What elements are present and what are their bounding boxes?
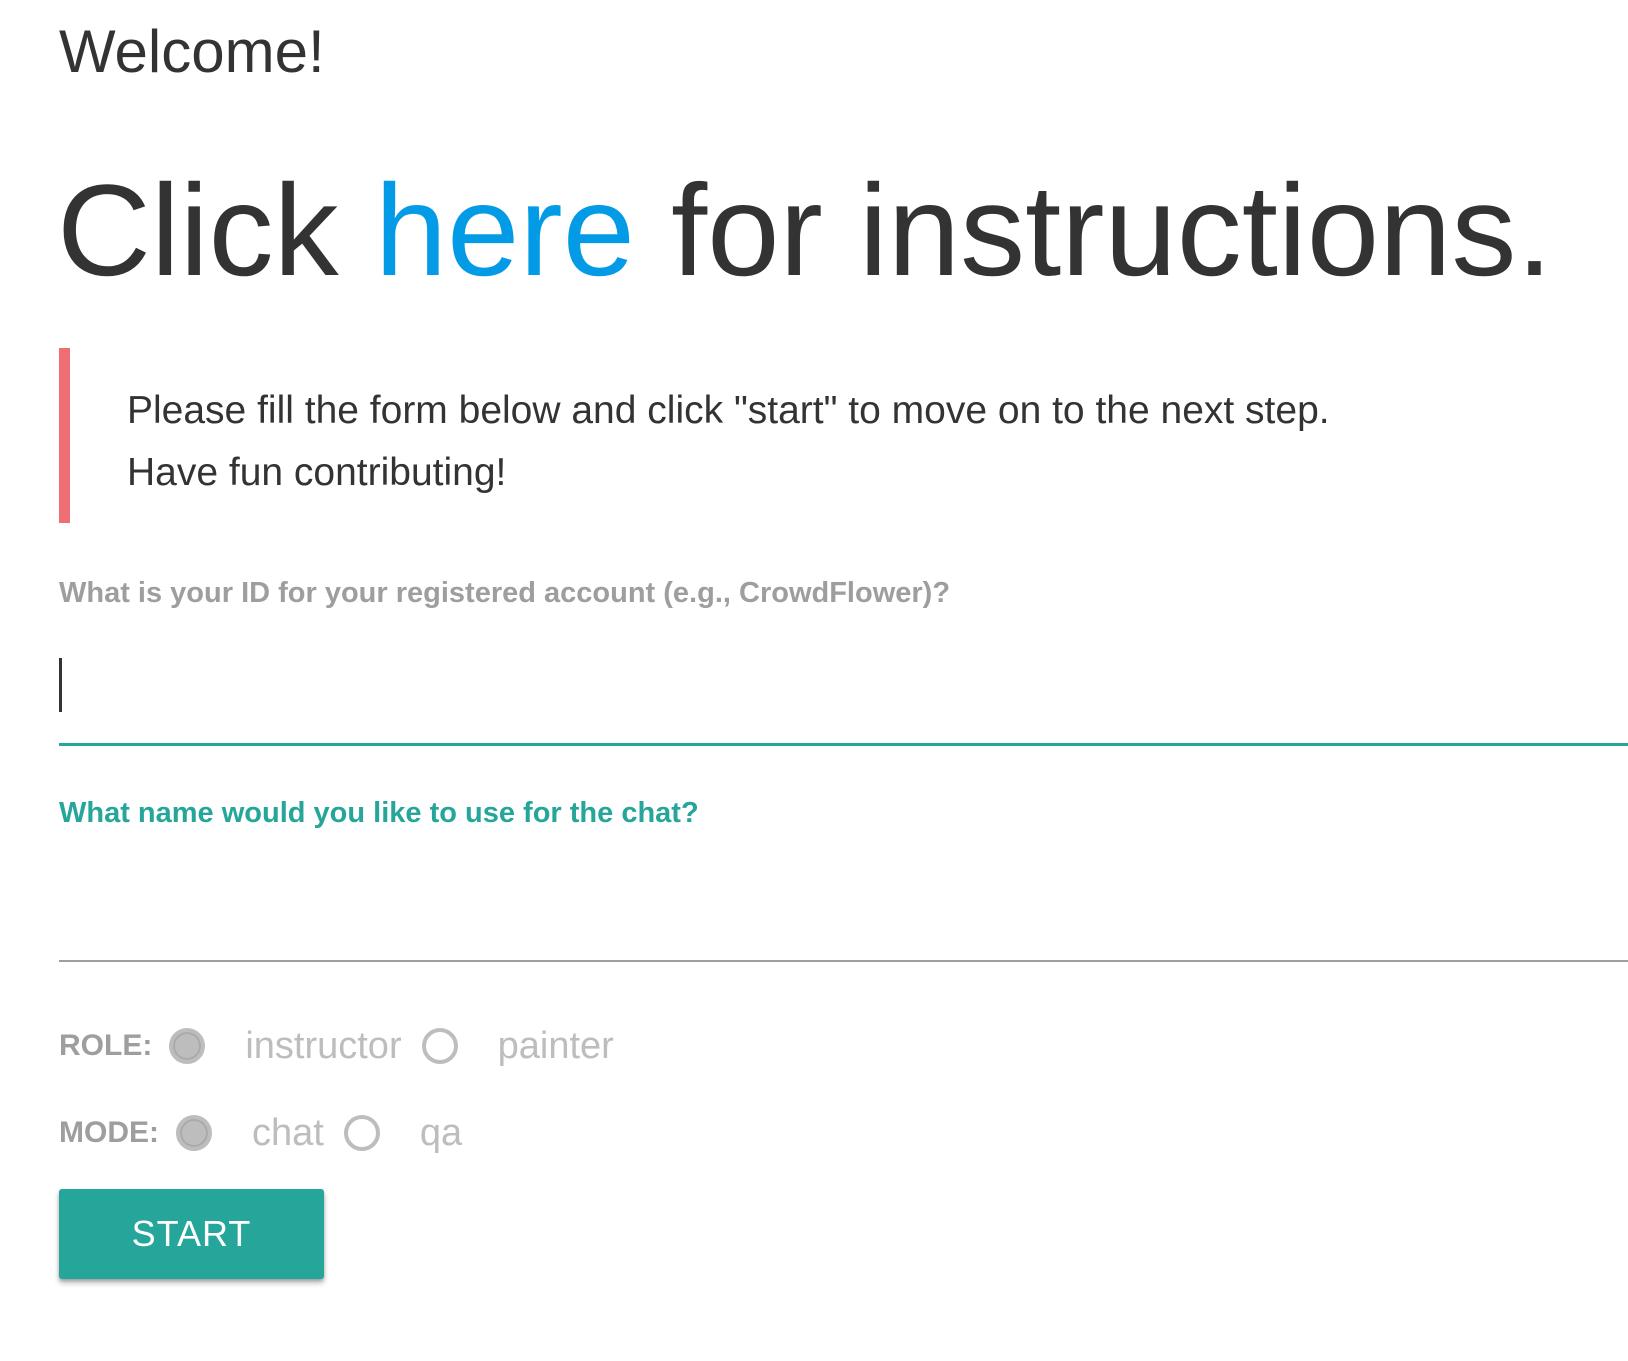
- headline-suffix: for instructions.: [634, 157, 1553, 303]
- headline-prefix: Click: [57, 157, 375, 303]
- mode-option-qa[interactable]: qa: [343, 1109, 463, 1157]
- notice-line-2: Have fun contributing!: [127, 451, 507, 494]
- role-option-instructor[interactable]: instructor: [169, 1022, 421, 1070]
- notice-line-1: Please fill the form below and click "st…: [127, 389, 1330, 432]
- radio-unchecked-icon[interactable]: [421, 1028, 458, 1064]
- role-label: ROLE:: [59, 1029, 153, 1062]
- welcome-form-page: Welcome! Click here for instructions. Pl…: [57, 0, 1628, 1361]
- role-radio-group: ROLE: instructor painter: [59, 1022, 614, 1070]
- mode-option-label: chat: [252, 1112, 324, 1154]
- radio-checked-icon[interactable]: [169, 1028, 206, 1064]
- account-id-input[interactable]: [59, 655, 1628, 746]
- role-option-label: painter: [497, 1025, 614, 1067]
- chat-name-label: What name would you like to use for the …: [59, 797, 699, 829]
- welcome-heading: Welcome!: [59, 18, 325, 85]
- role-option-label: instructor: [245, 1025, 402, 1067]
- text-cursor: [59, 658, 62, 712]
- mode-radio-group: MODE: chat qa: [59, 1109, 462, 1157]
- instructions-link[interactable]: here: [375, 157, 635, 303]
- radio-checked-icon[interactable]: [176, 1115, 212, 1151]
- mode-option-label: qa: [419, 1112, 463, 1154]
- start-button[interactable]: START: [59, 1189, 324, 1279]
- chat-name-input[interactable]: [59, 890, 1628, 962]
- mode-option-chat[interactable]: chat: [176, 1109, 344, 1157]
- instructions-headline: Click here for instructions.: [57, 155, 1553, 305]
- account-id-label: What is your ID for your registered acco…: [59, 577, 951, 609]
- role-option-painter[interactable]: painter: [421, 1022, 614, 1070]
- mode-label: MODE:: [59, 1116, 159, 1149]
- notice-blockquote: Please fill the form below and click "st…: [59, 348, 1509, 523]
- radio-unchecked-icon[interactable]: [343, 1115, 380, 1151]
